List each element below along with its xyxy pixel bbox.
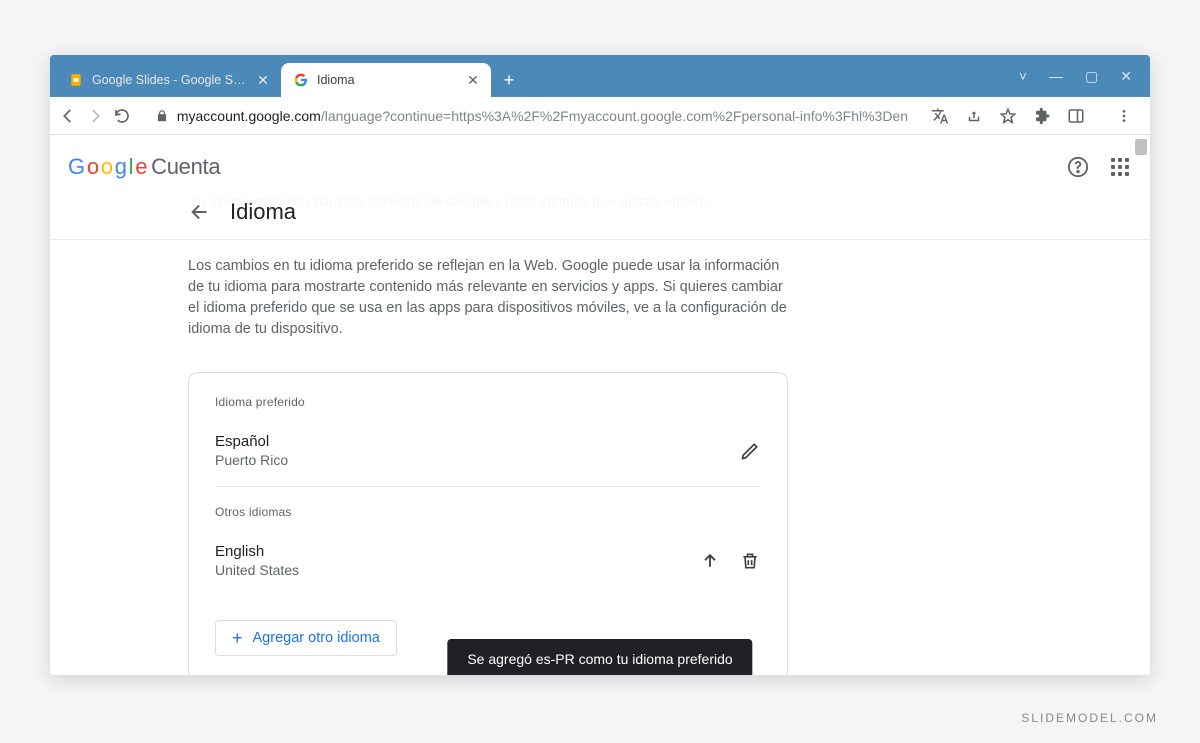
- close-window-icon[interactable]: ✕: [1120, 68, 1132, 85]
- tab-google-slides[interactable]: Google Slides - Google Slides ✕: [56, 63, 281, 97]
- tab-strip: Google Slides - Google Slides ✕ Idioma ✕…: [50, 55, 1150, 97]
- watermark: SLIDEMODEL.COM: [1021, 711, 1158, 725]
- maximize-icon[interactable]: ▢: [1085, 68, 1098, 85]
- edit-pencil-icon[interactable]: [739, 440, 761, 462]
- share-icon[interactable]: [964, 106, 984, 126]
- google-account-header: Google Cuenta: [50, 135, 1150, 199]
- add-language-label: Agregar otro idioma: [253, 630, 380, 646]
- page-title: Idioma: [230, 199, 296, 225]
- side-panel-icon[interactable]: [1066, 106, 1086, 126]
- language-card: Idioma preferido Español Puerto Rico Otr…: [188, 372, 788, 675]
- toast-message: Se agregó es-PR como tu idioma preferido: [447, 639, 752, 675]
- tab-label: Idioma: [317, 73, 457, 87]
- delete-trash-icon[interactable]: [739, 550, 761, 572]
- other-languages-label: Otros idiomas: [215, 505, 761, 519]
- tab-close-icon[interactable]: ✕: [465, 72, 481, 88]
- language-region: Puerto Rico: [215, 452, 288, 468]
- bookmark-star-icon[interactable]: [998, 106, 1018, 126]
- product-name: Cuenta: [151, 154, 220, 180]
- new-tab-button[interactable]: +: [495, 66, 523, 94]
- preferred-language-row: Español Puerto Rico: [215, 429, 761, 487]
- minimize-icon[interactable]: —: [1049, 68, 1063, 84]
- move-up-icon[interactable]: [699, 550, 721, 572]
- page-description: Los cambios en tu idioma preferido se re…: [188, 256, 798, 340]
- tab-label: Google Slides - Google Slides: [92, 73, 247, 87]
- tab-idioma[interactable]: Idioma ✕: [281, 63, 491, 97]
- toolbar-icons: [930, 106, 1142, 126]
- scrollbar-thumb[interactable]: [1135, 139, 1147, 155]
- sticky-page-header: Idioma: [50, 199, 1150, 240]
- language-region: United States: [215, 562, 299, 578]
- google-logo[interactable]: Google Cuenta: [68, 154, 220, 180]
- language-name: English: [215, 543, 299, 560]
- main-content: Los cambios en tu idioma preferido se re…: [50, 240, 810, 675]
- help-icon[interactable]: [1066, 155, 1090, 179]
- nav-back-button[interactable]: [58, 102, 79, 130]
- plus-icon: +: [232, 629, 243, 647]
- chrome-menu-icon[interactable]: [1114, 106, 1134, 126]
- nav-forward-button[interactable]: [85, 102, 106, 130]
- lock-icon: [155, 109, 169, 123]
- add-language-button[interactable]: + Agregar otro idioma: [215, 620, 397, 656]
- language-name: Español: [215, 433, 288, 450]
- google-apps-icon[interactable]: [1108, 155, 1132, 179]
- browser-window: Google Slides - Google Slides ✕ Idioma ✕…: [50, 55, 1150, 675]
- address-bar: myaccount.google.com/language?continue=h…: [50, 97, 1150, 135]
- chevron-down-icon[interactable]: ˅: [1019, 68, 1027, 84]
- extensions-icon[interactable]: [1032, 106, 1052, 126]
- page-content: Google Cuenta Tu idioma preferido para l…: [50, 135, 1150, 675]
- url-field[interactable]: myaccount.google.com/language?continue=h…: [143, 101, 920, 131]
- slides-favicon: [68, 72, 84, 88]
- google-favicon: [293, 72, 309, 88]
- other-language-row: English United States: [215, 539, 761, 596]
- url-text: myaccount.google.com/language?continue=h…: [177, 108, 908, 124]
- window-controls: ˅ — ▢ ✕: [1019, 55, 1150, 97]
- preferred-language-label: Idioma preferido: [215, 395, 761, 409]
- reload-button[interactable]: [112, 102, 133, 130]
- back-arrow-icon[interactable]: [188, 200, 212, 224]
- tab-close-icon[interactable]: ✕: [255, 72, 271, 88]
- translate-icon[interactable]: [930, 106, 950, 126]
